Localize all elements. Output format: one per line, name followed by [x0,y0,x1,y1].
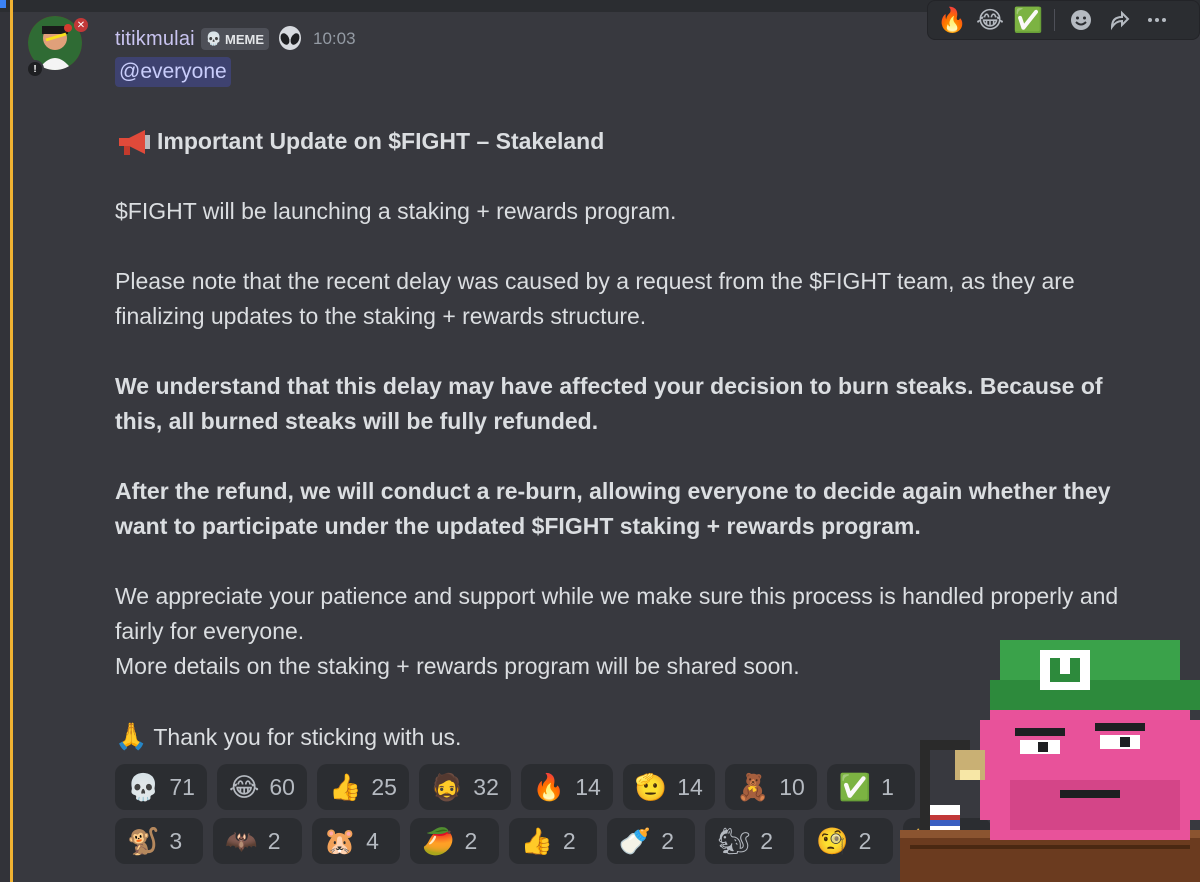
paragraph-refund: We understand that this delay may have a… [115,373,1103,434]
quick-reaction-check[interactable]: ✅ [1012,4,1044,36]
message-header: titikmulai 💀 MEME 10:03 [115,24,356,54]
reaction-custom-thumbs[interactable]: 👍 2 [508,818,597,864]
reaction-custom-monkey[interactable]: 🐒 3 [115,818,204,864]
server-tag-label: MEME [224,31,264,47]
message-title: Important Update on $FIGHT – Stakeland [157,128,605,154]
server-tag[interactable]: 💀 MEME [200,28,269,50]
reaction-custom-monocle[interactable]: 🧐 2 [804,818,893,864]
reaction-thumbs-up[interactable]: 👍 25 [316,764,409,810]
username[interactable]: titikmulai [115,28,195,51]
closing-text: Thank you for sticking with us. [153,724,462,750]
more-icon[interactable] [1141,4,1173,36]
reply-icon[interactable] [1103,4,1135,36]
paragraph-reburn: After the refund, we will conduct a re-b… [115,478,1111,539]
megaphone-icon [119,129,150,155]
praying-hands-icon: 🙏 [115,721,148,751]
reaction-mango[interactable]: 🥭 2 [410,818,499,864]
timestamp[interactable]: 10:03 [313,29,356,49]
add-reaction-icon[interactable] [1065,4,1097,36]
reaction-custom-creature[interactable]: 🧸 10 [724,764,817,810]
mention-highlight-bar [10,0,13,882]
reaction-custom-face[interactable]: 🧔 32 [418,764,511,810]
paragraph-launch: $FIGHT will be launching a staking + rew… [115,198,677,224]
reaction-custom-bat[interactable]: 🦇 2 [213,818,302,864]
avatar-status-badge: ! [26,60,44,78]
reaction-custom-hamster[interactable]: 🐹 4 [311,818,401,864]
alien-icon [278,26,301,50]
avatar-decoration-icon: ✕ [74,18,88,32]
quick-reaction-fire[interactable]: 🔥 [936,4,968,36]
toolbar-divider [1054,9,1055,31]
everyone-mention[interactable]: @everyone [115,57,231,87]
pixel-mascot-sticker [900,640,1200,882]
quick-reaction-joy[interactable]: 😂 [974,4,1006,36]
reaction-baby-bottle[interactable]: 🍼 2 [606,818,696,864]
paragraph-delay: Please note that the recent delay was ca… [115,268,1075,329]
reaction-fire[interactable]: 🔥 14 [520,764,613,810]
message-title-line: Important Update on $FIGHT – Stakeland [115,124,1155,159]
message-hover-toolbar: 🔥 😂 ✅ [927,0,1200,40]
reaction-joy[interactable]: 😂 60 [216,764,307,810]
reaction-salute[interactable]: 🫡 14 [622,764,715,810]
reaction-skull[interactable]: 💀 71 [115,764,207,810]
skull-icon: 💀 [205,31,222,46]
reaction-custom-squirrel[interactable]: 🐿 2 [705,818,795,864]
